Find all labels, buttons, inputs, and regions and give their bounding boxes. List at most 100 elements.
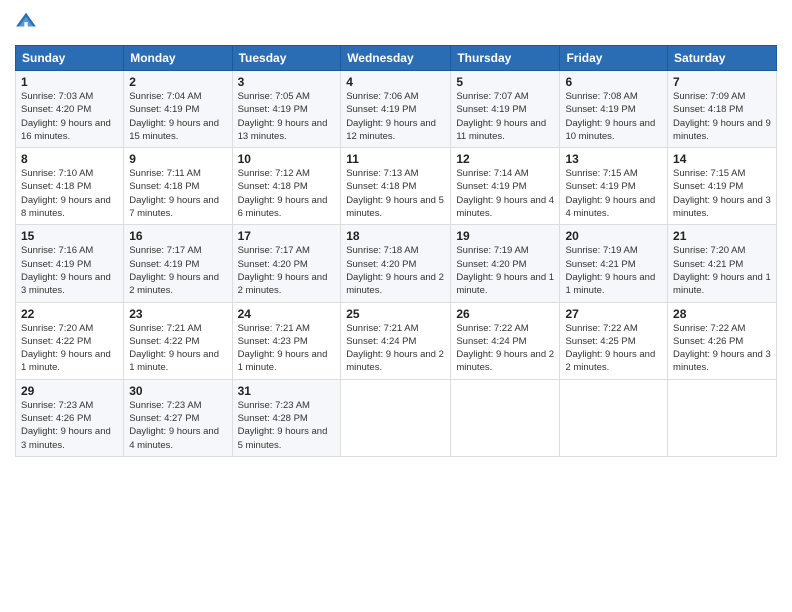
day-details: Sunrise: 7:11 AMSunset: 4:18 PMDaylight:… bbox=[129, 168, 219, 219]
day-details: Sunrise: 7:08 AMSunset: 4:19 PMDaylight:… bbox=[565, 91, 655, 142]
day-of-week-saturday: Saturday bbox=[668, 46, 777, 71]
day-number: 22 bbox=[21, 307, 118, 321]
day-details: Sunrise: 7:12 AMSunset: 4:18 PMDaylight:… bbox=[238, 168, 328, 219]
day-details: Sunrise: 7:20 AMSunset: 4:21 PMDaylight:… bbox=[673, 245, 771, 296]
day-number: 25 bbox=[346, 307, 445, 321]
calendar-cell: 15 Sunrise: 7:16 AMSunset: 4:19 PMDaylig… bbox=[16, 225, 124, 302]
header bbox=[15, 10, 777, 37]
calendar-cell: 21 Sunrise: 7:20 AMSunset: 4:21 PMDaylig… bbox=[668, 225, 777, 302]
calendar-cell: 31 Sunrise: 7:23 AMSunset: 4:28 PMDaylig… bbox=[232, 379, 341, 456]
day-details: Sunrise: 7:06 AMSunset: 4:19 PMDaylight:… bbox=[346, 91, 436, 142]
day-number: 4 bbox=[346, 75, 445, 89]
day-number: 7 bbox=[673, 75, 771, 89]
calendar-cell: 5 Sunrise: 7:07 AMSunset: 4:19 PMDayligh… bbox=[451, 71, 560, 148]
day-number: 10 bbox=[238, 152, 336, 166]
calendar-cell bbox=[560, 379, 668, 456]
calendar-table: SundayMondayTuesdayWednesdayThursdayFrid… bbox=[15, 45, 777, 457]
calendar-cell: 16 Sunrise: 7:17 AMSunset: 4:19 PMDaylig… bbox=[124, 225, 232, 302]
day-number: 19 bbox=[456, 229, 554, 243]
calendar-cell: 7 Sunrise: 7:09 AMSunset: 4:18 PMDayligh… bbox=[668, 71, 777, 148]
day-number: 23 bbox=[129, 307, 226, 321]
day-details: Sunrise: 7:15 AMSunset: 4:19 PMDaylight:… bbox=[565, 168, 655, 219]
calendar-week-3: 15 Sunrise: 7:16 AMSunset: 4:19 PMDaylig… bbox=[16, 225, 777, 302]
day-number: 16 bbox=[129, 229, 226, 243]
day-number: 28 bbox=[673, 307, 771, 321]
day-details: Sunrise: 7:03 AMSunset: 4:20 PMDaylight:… bbox=[21, 91, 111, 142]
calendar-cell: 30 Sunrise: 7:23 AMSunset: 4:27 PMDaylig… bbox=[124, 379, 232, 456]
day-number: 8 bbox=[21, 152, 118, 166]
day-number: 26 bbox=[456, 307, 554, 321]
calendar-cell: 27 Sunrise: 7:22 AMSunset: 4:25 PMDaylig… bbox=[560, 302, 668, 379]
calendar-cell: 19 Sunrise: 7:19 AMSunset: 4:20 PMDaylig… bbox=[451, 225, 560, 302]
day-number: 27 bbox=[565, 307, 662, 321]
day-details: Sunrise: 7:21 AMSunset: 4:24 PMDaylight:… bbox=[346, 323, 444, 374]
day-details: Sunrise: 7:17 AMSunset: 4:20 PMDaylight:… bbox=[238, 245, 328, 296]
calendar-cell: 3 Sunrise: 7:05 AMSunset: 4:19 PMDayligh… bbox=[232, 71, 341, 148]
day-of-week-sunday: Sunday bbox=[16, 46, 124, 71]
day-of-week-tuesday: Tuesday bbox=[232, 46, 341, 71]
day-number: 18 bbox=[346, 229, 445, 243]
day-details: Sunrise: 7:10 AMSunset: 4:18 PMDaylight:… bbox=[21, 168, 111, 219]
day-number: 30 bbox=[129, 384, 226, 398]
calendar-body: 1 Sunrise: 7:03 AMSunset: 4:20 PMDayligh… bbox=[16, 71, 777, 457]
day-details: Sunrise: 7:20 AMSunset: 4:22 PMDaylight:… bbox=[21, 323, 111, 374]
day-number: 14 bbox=[673, 152, 771, 166]
page-container: SundayMondayTuesdayWednesdayThursdayFrid… bbox=[0, 0, 792, 467]
day-number: 20 bbox=[565, 229, 662, 243]
day-number: 13 bbox=[565, 152, 662, 166]
day-details: Sunrise: 7:21 AMSunset: 4:23 PMDaylight:… bbox=[238, 323, 328, 374]
day-number: 31 bbox=[238, 384, 336, 398]
logo bbox=[15, 10, 39, 37]
calendar-cell: 4 Sunrise: 7:06 AMSunset: 4:19 PMDayligh… bbox=[341, 71, 451, 148]
day-of-week-monday: Monday bbox=[124, 46, 232, 71]
day-details: Sunrise: 7:14 AMSunset: 4:19 PMDaylight:… bbox=[456, 168, 554, 219]
days-of-week-header: SundayMondayTuesdayWednesdayThursdayFrid… bbox=[16, 46, 777, 71]
day-details: Sunrise: 7:23 AMSunset: 4:28 PMDaylight:… bbox=[238, 400, 328, 451]
calendar-cell: 14 Sunrise: 7:15 AMSunset: 4:19 PMDaylig… bbox=[668, 148, 777, 225]
calendar-cell: 22 Sunrise: 7:20 AMSunset: 4:22 PMDaylig… bbox=[16, 302, 124, 379]
day-details: Sunrise: 7:05 AMSunset: 4:19 PMDaylight:… bbox=[238, 91, 328, 142]
day-number: 12 bbox=[456, 152, 554, 166]
calendar-cell: 10 Sunrise: 7:12 AMSunset: 4:18 PMDaylig… bbox=[232, 148, 341, 225]
calendar-cell: 9 Sunrise: 7:11 AMSunset: 4:18 PMDayligh… bbox=[124, 148, 232, 225]
day-of-week-friday: Friday bbox=[560, 46, 668, 71]
calendar-week-2: 8 Sunrise: 7:10 AMSunset: 4:18 PMDayligh… bbox=[16, 148, 777, 225]
day-number: 17 bbox=[238, 229, 336, 243]
day-details: Sunrise: 7:23 AMSunset: 4:26 PMDaylight:… bbox=[21, 400, 111, 451]
day-number: 1 bbox=[21, 75, 118, 89]
calendar-cell bbox=[451, 379, 560, 456]
day-of-week-thursday: Thursday bbox=[451, 46, 560, 71]
day-details: Sunrise: 7:22 AMSunset: 4:24 PMDaylight:… bbox=[456, 323, 554, 374]
day-number: 2 bbox=[129, 75, 226, 89]
day-details: Sunrise: 7:19 AMSunset: 4:20 PMDaylight:… bbox=[456, 245, 554, 296]
calendar-cell: 12 Sunrise: 7:14 AMSunset: 4:19 PMDaylig… bbox=[451, 148, 560, 225]
calendar-week-1: 1 Sunrise: 7:03 AMSunset: 4:20 PMDayligh… bbox=[16, 71, 777, 148]
calendar-cell bbox=[668, 379, 777, 456]
calendar-cell: 29 Sunrise: 7:23 AMSunset: 4:26 PMDaylig… bbox=[16, 379, 124, 456]
calendar-cell: 8 Sunrise: 7:10 AMSunset: 4:18 PMDayligh… bbox=[16, 148, 124, 225]
calendar-cell: 26 Sunrise: 7:22 AMSunset: 4:24 PMDaylig… bbox=[451, 302, 560, 379]
day-number: 29 bbox=[21, 384, 118, 398]
calendar-cell: 1 Sunrise: 7:03 AMSunset: 4:20 PMDayligh… bbox=[16, 71, 124, 148]
day-details: Sunrise: 7:19 AMSunset: 4:21 PMDaylight:… bbox=[565, 245, 655, 296]
calendar-cell: 20 Sunrise: 7:19 AMSunset: 4:21 PMDaylig… bbox=[560, 225, 668, 302]
calendar-cell: 18 Sunrise: 7:18 AMSunset: 4:20 PMDaylig… bbox=[341, 225, 451, 302]
calendar-cell bbox=[341, 379, 451, 456]
day-number: 9 bbox=[129, 152, 226, 166]
calendar-week-5: 29 Sunrise: 7:23 AMSunset: 4:26 PMDaylig… bbox=[16, 379, 777, 456]
day-details: Sunrise: 7:16 AMSunset: 4:19 PMDaylight:… bbox=[21, 245, 111, 296]
calendar-cell: 2 Sunrise: 7:04 AMSunset: 4:19 PMDayligh… bbox=[124, 71, 232, 148]
day-number: 11 bbox=[346, 152, 445, 166]
calendar-cell: 25 Sunrise: 7:21 AMSunset: 4:24 PMDaylig… bbox=[341, 302, 451, 379]
calendar-cell: 24 Sunrise: 7:21 AMSunset: 4:23 PMDaylig… bbox=[232, 302, 341, 379]
day-number: 24 bbox=[238, 307, 336, 321]
day-number: 3 bbox=[238, 75, 336, 89]
calendar-cell: 17 Sunrise: 7:17 AMSunset: 4:20 PMDaylig… bbox=[232, 225, 341, 302]
day-details: Sunrise: 7:22 AMSunset: 4:25 PMDaylight:… bbox=[565, 323, 655, 374]
calendar-cell: 6 Sunrise: 7:08 AMSunset: 4:19 PMDayligh… bbox=[560, 71, 668, 148]
day-number: 21 bbox=[673, 229, 771, 243]
day-details: Sunrise: 7:18 AMSunset: 4:20 PMDaylight:… bbox=[346, 245, 444, 296]
day-of-week-wednesday: Wednesday bbox=[341, 46, 451, 71]
day-details: Sunrise: 7:07 AMSunset: 4:19 PMDaylight:… bbox=[456, 91, 546, 142]
day-details: Sunrise: 7:15 AMSunset: 4:19 PMDaylight:… bbox=[673, 168, 771, 219]
